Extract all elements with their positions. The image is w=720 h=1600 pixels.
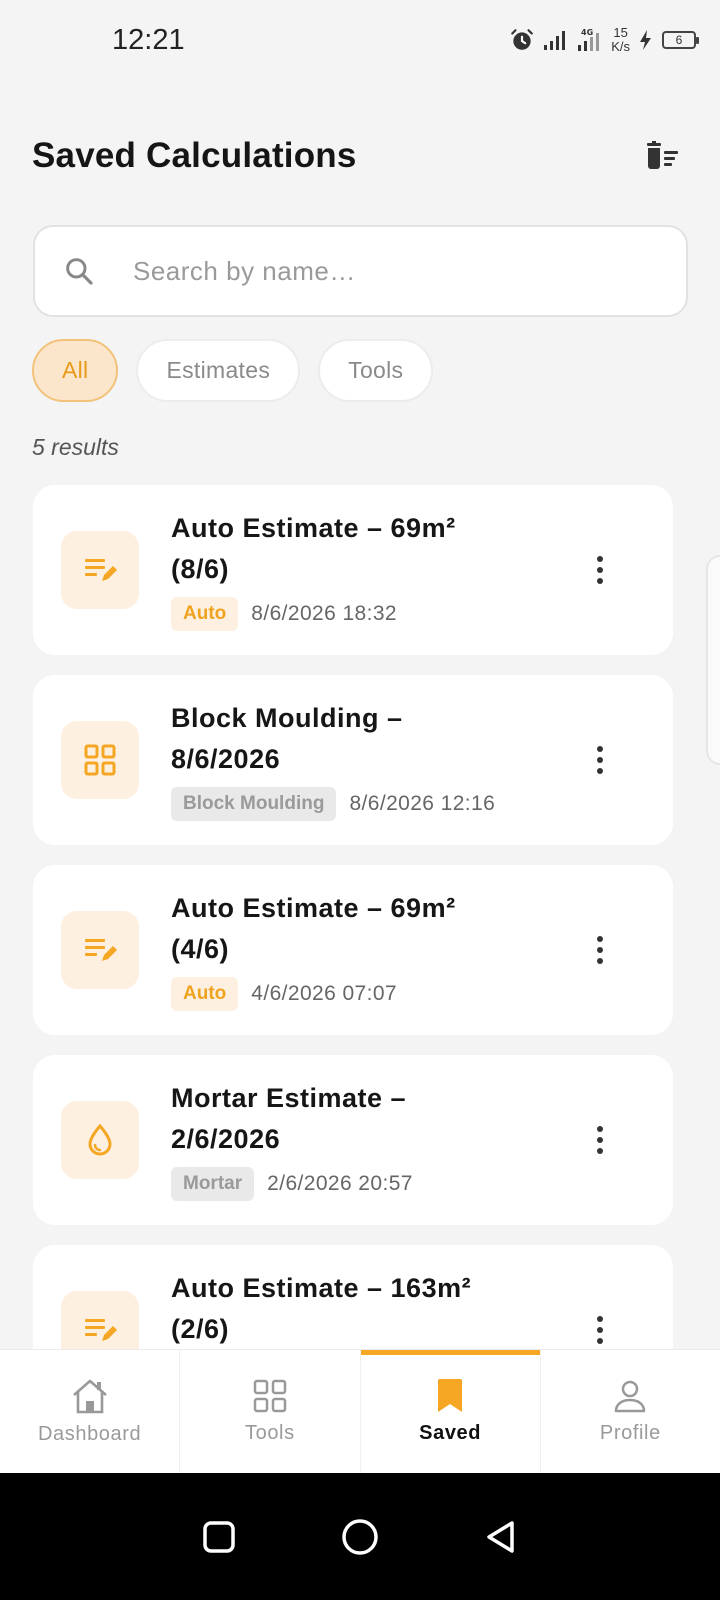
more-options-icon[interactable]: [585, 1315, 615, 1345]
home-button-icon[interactable]: [341, 1518, 379, 1556]
nav-label: Dashboard: [38, 1423, 142, 1445]
network-speed-unit: K/s: [611, 39, 630, 54]
item-date: 2/6/2026 20:57: [267, 1172, 413, 1195]
item-title: Auto Estimate – 69m² (4/6): [171, 893, 456, 964]
item-date: 4/6/2026 07:07: [251, 982, 397, 1005]
more-options-icon[interactable]: [585, 1125, 615, 1155]
bookmark-icon: [438, 1379, 463, 1412]
svg-text:4G: 4G: [581, 28, 593, 37]
nav-profile[interactable]: Profile: [541, 1350, 720, 1473]
list-item[interactable]: Auto Estimate – 69m² (4/6) Auto 4/6/2026…: [33, 865, 673, 1035]
alarm-icon: [511, 29, 534, 50]
item-thumbnail: [61, 531, 139, 609]
signal-icon: [544, 31, 566, 50]
item-thumbnail: [61, 1101, 139, 1179]
item-tag: Auto: [171, 597, 239, 631]
item-date: 8/6/2026 18:32: [251, 602, 397, 625]
item-meta: Block Moulding 8/6/2026 12:16: [171, 787, 495, 821]
search-box[interactable]: [33, 225, 688, 317]
status-icons: 4G 15 K/s 6: [509, 22, 699, 58]
nav-saved[interactable]: Saved: [360, 1350, 541, 1473]
item-thumbnail: [61, 721, 139, 799]
edit-note-icon: [85, 1319, 117, 1341]
item-tag: Auto: [171, 977, 239, 1011]
grid-icon: [84, 744, 116, 776]
results-count: 5 results: [32, 434, 119, 460]
side-drawer-handle[interactable]: [706, 555, 720, 765]
more-options-icon[interactable]: [585, 935, 615, 965]
item-title: Auto Estimate – 163m² (2/6): [171, 1273, 472, 1344]
more-options-icon[interactable]: [585, 745, 615, 775]
item-title: Auto Estimate – 69m² (8/6): [171, 513, 456, 584]
item-meta: Mortar 2/6/2026 20:57: [171, 1167, 413, 1201]
nav-tools[interactable]: Tools: [180, 1350, 361, 1473]
item-tag: Block Moulding: [171, 787, 337, 821]
home-icon: [72, 1379, 107, 1414]
item-meta: Auto 8/6/2026 18:32: [171, 597, 397, 631]
back-icon[interactable]: [484, 1519, 518, 1555]
item-date: 8/6/2026 12:16: [349, 792, 496, 815]
filter-chips: All Estimates Tools: [32, 339, 434, 402]
list-item[interactable]: Mortar Estimate – 2/6/2026 Mortar 2/6/20…: [33, 1055, 673, 1225]
network-speed-value: 15: [613, 25, 628, 40]
clear-all-button[interactable]: [636, 130, 688, 182]
grid-icon: [253, 1379, 287, 1413]
nav-dashboard[interactable]: Dashboard: [0, 1350, 181, 1473]
list-item[interactable]: Block Moulding – 8/6/2026 Block Moulding…: [33, 675, 673, 845]
header: Saved Calculations: [32, 128, 688, 184]
battery-level: 6: [675, 33, 683, 47]
delete-sweep-icon: [647, 141, 678, 169]
item-title: Mortar Estimate – 2/6/2026: [171, 1083, 407, 1154]
bottom-nav: Dashboard Tools Saved Profile: [0, 1349, 720, 1473]
person-icon: [615, 1380, 646, 1413]
chip-estimates[interactable]: Estimates: [136, 339, 301, 402]
search-icon: [63, 255, 95, 287]
charging-icon: [640, 30, 651, 50]
status-time: 12:21: [112, 24, 185, 56]
edit-note-icon: [85, 559, 117, 581]
nav-label: Tools: [245, 1422, 295, 1444]
item-tag: Mortar: [171, 1167, 255, 1201]
status-bar: 12:21 4G 15 K/s 6: [0, 0, 720, 82]
recents-icon[interactable]: [202, 1520, 236, 1554]
list-item[interactable]: Auto Estimate – 69m² (8/6) Auto 8/6/2026…: [33, 485, 673, 655]
water-drop-icon: [88, 1123, 112, 1156]
more-options-icon[interactable]: [585, 555, 615, 585]
network-speed: 15 K/s: [611, 26, 630, 54]
page-title: Saved Calculations: [32, 136, 357, 175]
search-input[interactable]: [133, 255, 613, 287]
4g-signal-icon: 4G: [578, 28, 600, 51]
nav-label: Profile: [599, 1422, 661, 1444]
system-nav-bar: [0, 1473, 720, 1600]
battery-icon: 6: [662, 31, 699, 49]
edit-note-icon: [85, 939, 117, 961]
nav-label: Saved: [419, 1422, 482, 1444]
item-title: Block Moulding – 8/6/2026: [171, 703, 403, 774]
saved-list: Auto Estimate – 69m² (8/6) Auto 8/6/2026…: [33, 485, 673, 1435]
item-thumbnail: [61, 911, 139, 989]
chip-tools[interactable]: Tools: [318, 339, 434, 402]
item-meta: Auto 4/6/2026 07:07: [171, 977, 397, 1011]
chip-all[interactable]: All: [32, 339, 119, 402]
